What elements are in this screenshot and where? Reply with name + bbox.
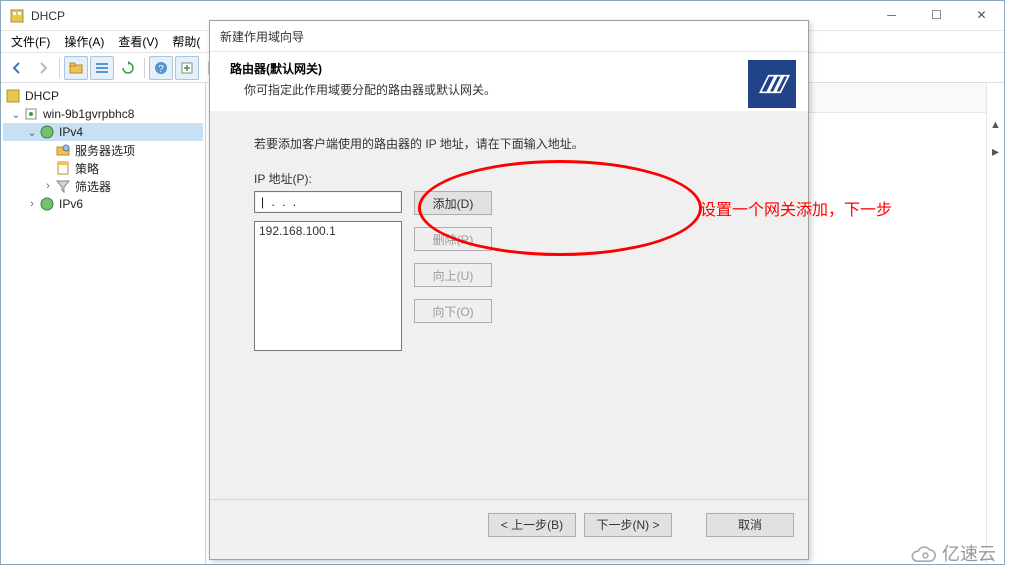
actions-pane-strip: ▲ ▸ [986,83,1004,564]
tree-policy-label: 策略 [75,160,99,177]
menu-view[interactable]: 查看(V) [112,31,164,52]
back-button[interactable]: < 上一步(B) [488,513,576,537]
strip-up-icon[interactable]: ▲ [987,119,1004,131]
tree-ipv6[interactable]: › IPv6 [3,195,203,213]
tree-filter-label: 筛选器 [75,178,111,195]
minimize-button[interactable]: ─ [869,1,914,29]
tool-refresh-button[interactable] [116,56,140,80]
expand-icon[interactable]: › [41,180,55,192]
dhcp-icon [5,88,21,104]
actions-pane-header [801,83,986,113]
wizard-titlebar: 新建作用域向导 [210,21,808,51]
ip-address-list[interactable]: 192.168.100.1 [254,221,402,351]
ip-address-input[interactable]: | . . . [254,191,402,213]
next-button[interactable]: 下一步(N) > [584,513,672,537]
wizard-header: 路由器(默认网关) 你可指定此作用域要分配的路由器或默认网关。 [210,51,808,111]
wizard-heading: 路由器(默认网关) [230,60,748,77]
tool-help-button[interactable]: ? [149,56,173,80]
tree-filter[interactable]: › 筛选器 [3,177,203,195]
wizard-footer: < 上一步(B) 下一步(N) > 取消 [210,499,808,549]
ipv4-icon [39,124,55,140]
annotation-text: 设置一个网关添加，下一步 [700,196,892,220]
ip-list-item[interactable]: 192.168.100.1 [259,224,397,240]
wizard-banner-icon [748,60,796,108]
menu-action[interactable]: 操作(A) [58,31,110,52]
wizard-body: 若要添加客户端使用的路由器的 IP 地址，请在下面输入地址。 IP 地址(P):… [210,111,808,499]
window-buttons: ─ ☐ ✕ [869,1,1004,29]
options-icon [55,142,71,158]
tree-ipv4[interactable]: ⌄ IPv4 [3,123,203,141]
filter-icon [55,178,71,194]
tree-server-label: win-9b1gvrpbhc8 [43,107,134,121]
tree-server-options[interactable]: 服务器选项 [3,141,203,159]
svg-text:?: ? [158,64,164,75]
menu-help[interactable]: 帮助( [166,31,206,52]
wizard-instruction: 若要添加客户端使用的路由器的 IP 地址，请在下面输入地址。 [254,135,764,152]
tool-folder-button[interactable] [64,56,88,80]
watermark: 亿速云 [910,540,996,566]
watermark-text: 亿速云 [942,540,996,566]
move-down-button[interactable]: 向下(O) [414,299,492,323]
tree-root[interactable]: DHCP [3,87,203,105]
ipv6-icon [39,196,55,212]
wizard-title-text: 新建作用域向导 [220,28,304,45]
move-up-button[interactable]: 向上(U) [414,263,492,287]
expand-icon[interactable]: › [25,198,39,210]
close-button[interactable]: ✕ [959,1,1004,29]
cancel-button[interactable]: 取消 [706,513,794,537]
toolbar-separator [144,58,145,78]
tree-ipv4-label: IPv4 [59,125,83,139]
tree-options-label: 服务器选项 [75,142,135,159]
policy-icon [55,160,71,176]
tree-ipv6-label: IPv6 [59,197,83,211]
server-icon [23,106,39,122]
strip-right-icon[interactable]: ▸ [987,143,1004,160]
app-icon [9,8,25,24]
tree-root-label: DHCP [25,89,59,103]
expand-icon[interactable]: ⌄ [9,108,23,121]
wizard-subheading: 你可指定此作用域要分配的路由器或默认网关。 [230,81,748,98]
expand-icon[interactable]: ⌄ [25,126,39,139]
tree-panel: DHCP ⌄ win-9b1gvrpbhc8 ⌄ IPv4 服务器选项 策略 [1,83,206,564]
remove-button[interactable]: 删除(R) [414,227,492,251]
tree-server[interactable]: ⌄ win-9b1gvrpbhc8 [3,105,203,123]
watermark-icon [910,542,936,564]
new-scope-wizard: 新建作用域向导 路由器(默认网关) 你可指定此作用域要分配的路由器或默认网关。 … [209,20,809,560]
ip-address-label: IP 地址(P): [254,170,764,187]
maximize-button[interactable]: ☐ [914,1,959,29]
menu-file[interactable]: 文件(F) [5,31,56,52]
tree-policy[interactable]: 策略 [3,159,203,177]
add-button[interactable]: 添加(D) [414,191,492,215]
tool-list-button[interactable] [90,56,114,80]
nav-back-button[interactable] [5,56,29,80]
nav-forward-button[interactable] [31,56,55,80]
toolbar-separator [59,58,60,78]
tool-action-button[interactable] [175,56,199,80]
